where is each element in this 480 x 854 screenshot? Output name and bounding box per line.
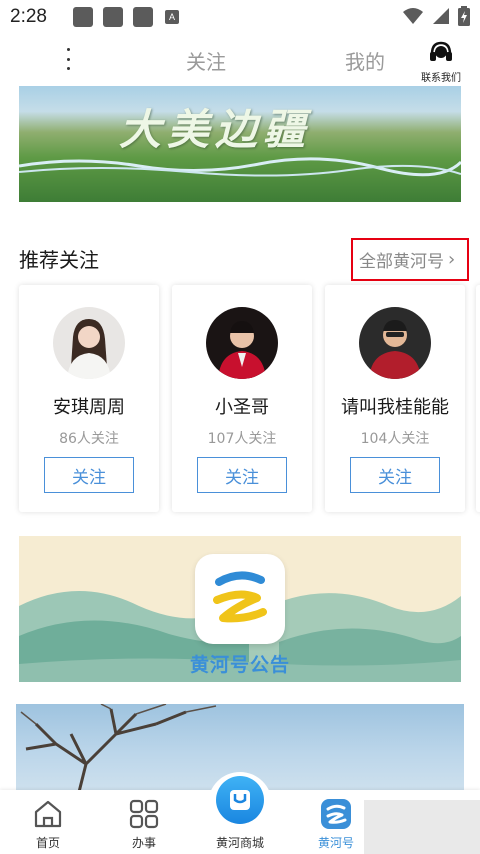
top-banner[interactable]: 大美边疆 <box>19 86 461 202</box>
home-icon <box>34 800 62 828</box>
section-title: 推荐关注 <box>19 248 99 272</box>
all-accounts-link[interactable]: 全部黄河号 › <box>351 238 469 281</box>
avatar[interactable] <box>359 307 431 379</box>
nav-mall-label: 黄河商城 <box>215 836 264 850</box>
battery-icon <box>458 6 470 26</box>
account-name: 小圣哥 <box>215 397 269 418</box>
corner-overlay <box>364 800 480 854</box>
notification-a-icon: A <box>164 10 179 24</box>
follow-button[interactable]: 关注 <box>197 457 287 493</box>
all-accounts-label: 全部黄河号 <box>359 252 444 272</box>
account-name: 安琪周周 <box>53 397 125 418</box>
notice-title: 黄河号公告 <box>189 654 290 676</box>
top-nav: 关注 我的 联系我们 <box>0 36 480 86</box>
recommend-card[interactable]: 安琪周周 86人关注 关注 <box>19 285 159 512</box>
status-bar: 2:28 A <box>0 0 480 34</box>
mall-bag-icon[interactable] <box>216 776 264 824</box>
headset-icon <box>430 41 452 61</box>
notice-banner[interactable]: 黄河号公告 <box>19 536 461 682</box>
avatar[interactable] <box>53 307 125 379</box>
recommend-card-partial[interactable] <box>476 285 480 512</box>
follower-count: 104人关注 <box>360 431 430 447</box>
contact-us-label: 联系我们 <box>421 73 461 84</box>
nav-services-label: 办事 <box>131 836 156 850</box>
app-screen: 2:28 A 关注 我的 联系我们 大美边疆 推荐关注 全部黄河号 › 安琪周周… <box>0 0 480 854</box>
recommend-card[interactable]: 请叫我桂能能 104人关注 关注 <box>325 285 465 512</box>
chevron-right-icon: › <box>448 249 456 270</box>
signal-icon <box>433 8 449 24</box>
follower-count: 86人关注 <box>59 431 119 447</box>
wifi-icon <box>403 8 423 24</box>
huanghe-tab-icon <box>321 799 351 829</box>
notification-icon <box>132 7 153 27</box>
status-icons <box>402 6 470 26</box>
account-name: 请叫我桂能能 <box>341 397 449 418</box>
grid-icon <box>129 799 159 829</box>
huanghe-logo-icon <box>195 554 285 644</box>
contact-us-button[interactable]: 联系我们 <box>417 40 465 84</box>
follow-button[interactable]: 关注 <box>350 457 440 493</box>
follow-button[interactable]: 关注 <box>44 457 134 493</box>
nav-services[interactable]: 办事 <box>104 790 184 854</box>
status-time: 2:28 <box>10 6 47 27</box>
notification-icon <box>102 7 123 27</box>
tab-mine[interactable]: 我的 <box>345 46 385 75</box>
banner-title: 大美边疆 <box>119 105 312 154</box>
more-menu-icon[interactable] <box>66 48 70 70</box>
notification-icon <box>72 7 93 27</box>
nav-home[interactable]: 首页 <box>8 790 88 854</box>
tab-follow[interactable]: 关注 <box>186 46 226 75</box>
nav-home-label: 首页 <box>35 836 60 850</box>
avatar[interactable] <box>206 307 278 379</box>
recommend-card[interactable]: 小圣哥 107人关注 关注 <box>172 285 312 512</box>
follower-count: 107人关注 <box>207 431 277 447</box>
